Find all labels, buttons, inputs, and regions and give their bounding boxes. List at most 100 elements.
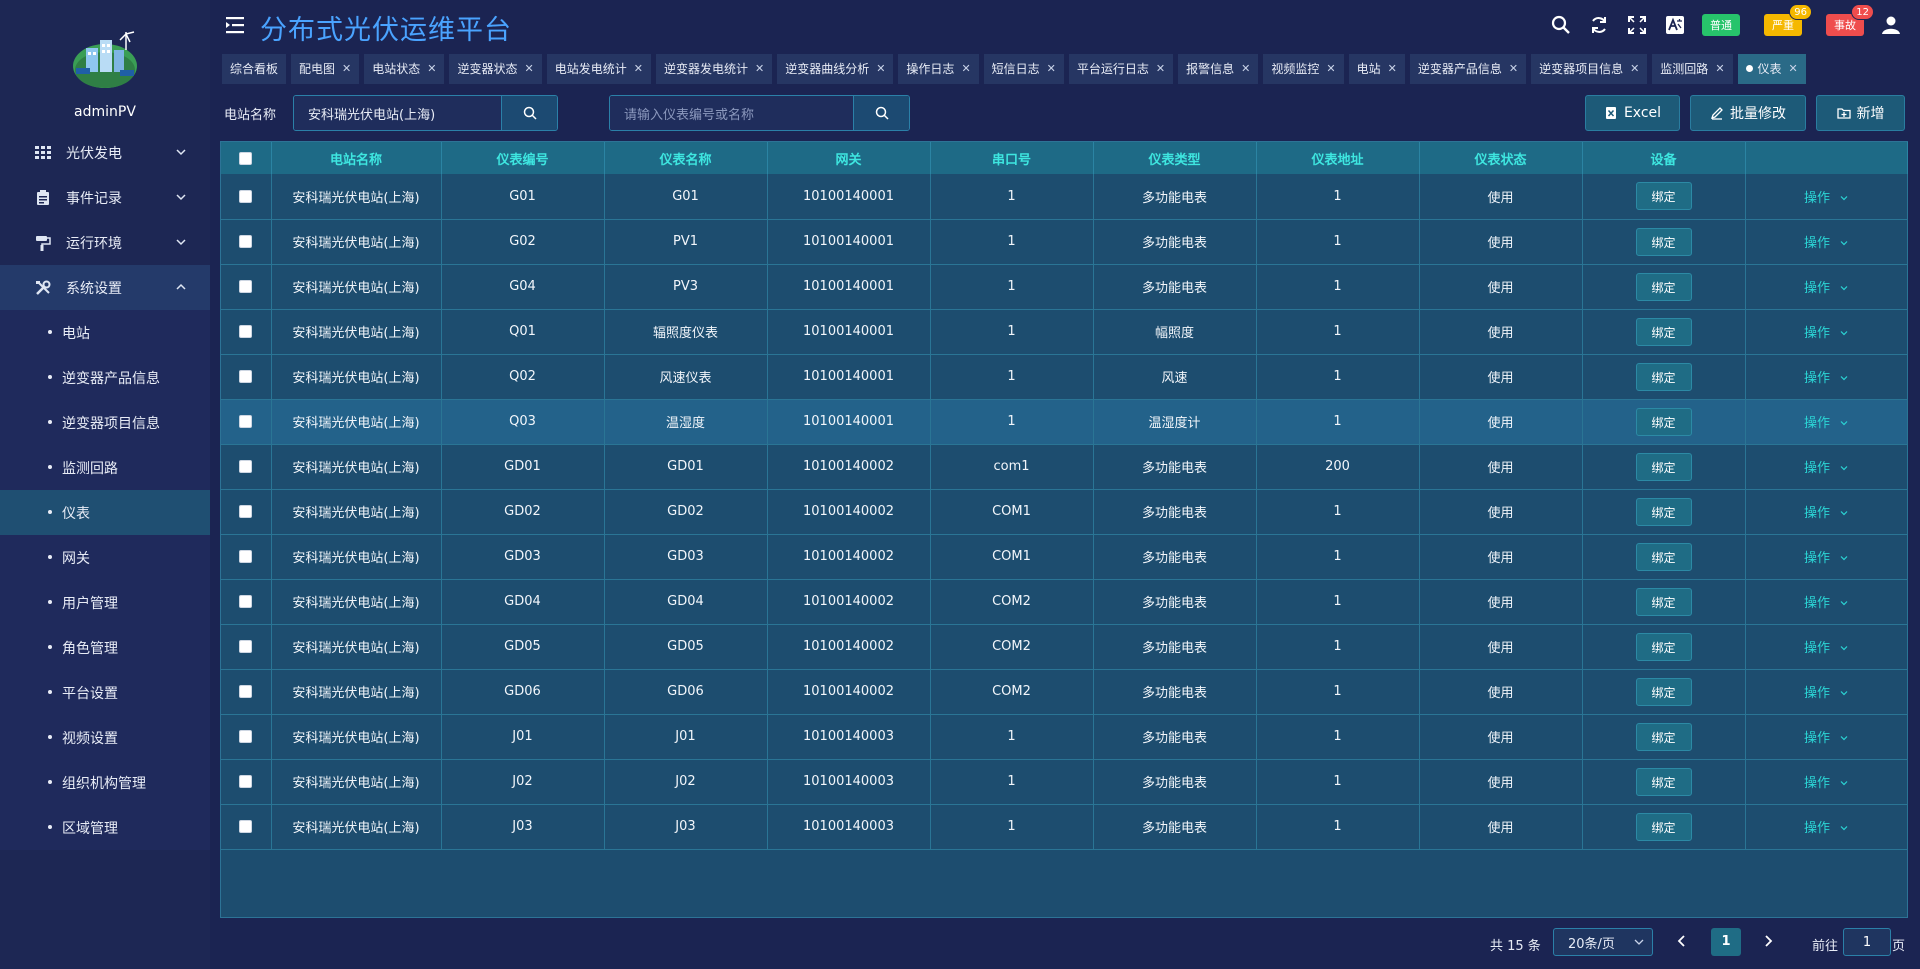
table-row[interactable]: 安科瑞光伏电站(上海) GD04 GD04 10100140002 COM2 多功能电表 1… xyxy=(221,579,1908,625)
tab-inverter-project[interactable]: 逆变器项目信息 ✕ xyxy=(1531,53,1648,84)
bind-button[interactable]: 绑定 xyxy=(1635,767,1692,796)
tab-operation-log[interactable]: 操作日志 ✕ xyxy=(898,53,979,84)
sidebar-item-video[interactable]: 视频设置 xyxy=(0,715,210,760)
row-checkbox[interactable] xyxy=(239,595,253,608)
alarm-accident-button[interactable]: 事故 12 xyxy=(1826,4,1874,36)
menu-environment[interactable]: 运行环境 xyxy=(0,220,210,265)
sidebar-item-users[interactable]: 用户管理 xyxy=(0,580,210,625)
bind-button[interactable]: 绑定 xyxy=(1635,542,1692,571)
meter-search[interactable]: 请输入仪表编号或名称 xyxy=(609,95,910,131)
row-checkbox[interactable] xyxy=(239,505,253,518)
close-icon[interactable]: ✕ xyxy=(1241,62,1250,75)
operation-dropdown[interactable]: 操作 xyxy=(1804,776,1848,791)
table-row[interactable]: 安科瑞光伏电站(上海) Q03 温湿度 10100140001 1 温湿度计 1 使用 绑定 操作 xyxy=(221,399,1908,445)
bind-button[interactable]: 绑定 xyxy=(1635,227,1692,256)
tab-platform-log[interactable]: 平台运行日志 ✕ xyxy=(1068,53,1174,84)
bind-button[interactable]: 绑定 xyxy=(1635,587,1692,616)
tab-station-gen-stats[interactable]: 电站发电统计 ✕ xyxy=(546,53,651,84)
tab-inverter-status[interactable]: 逆变器状态 ✕ xyxy=(449,53,542,84)
close-icon[interactable]: ✕ xyxy=(876,62,885,75)
current-page[interactable]: 1 xyxy=(1711,928,1741,956)
row-checkbox[interactable] xyxy=(239,235,253,248)
operation-dropdown[interactable]: 操作 xyxy=(1804,641,1848,656)
row-checkbox[interactable] xyxy=(239,775,253,788)
row-checkbox[interactable] xyxy=(239,820,253,833)
table-row[interactable]: 安科瑞光伏电站(上海) G02 PV1 10100140001 1 多功能电表 1 使用 绑定操… xyxy=(221,219,1908,265)
row-checkbox[interactable] xyxy=(239,550,253,563)
station-search-button[interactable] xyxy=(501,96,557,130)
row-checkbox[interactable] xyxy=(239,370,253,383)
tab-station-status[interactable]: 电站状态 ✕ xyxy=(364,53,445,84)
sidebar-item-monitor-loop[interactable]: 监测回路 xyxy=(0,445,210,490)
close-icon[interactable]: ✕ xyxy=(1156,62,1165,75)
table-row[interactable]: 安科瑞光伏电站(上海) Q02 风速仪表 10100140001 1 风速 1 使用 绑定 操作 xyxy=(221,354,1908,400)
page-size-select[interactable]: 20条/页 xyxy=(1553,928,1653,956)
next-page-icon[interactable] xyxy=(1761,934,1775,948)
bind-button[interactable]: 绑定 xyxy=(1635,497,1692,526)
refresh-icon[interactable] xyxy=(1588,14,1610,36)
operation-dropdown[interactable]: 操作 xyxy=(1804,821,1848,836)
bind-button[interactable]: 绑定 xyxy=(1635,362,1692,391)
translate-icon[interactable] xyxy=(1664,14,1686,36)
close-icon[interactable]: ✕ xyxy=(1509,62,1518,75)
operation-dropdown[interactable]: 操作 xyxy=(1804,596,1848,611)
excel-button[interactable]: Excel xyxy=(1585,95,1680,131)
operation-dropdown[interactable]: 操作 xyxy=(1804,281,1848,296)
sidebar-item-gateway[interactable]: 网关 xyxy=(0,535,210,580)
alarm-normal-button[interactable]: 普通 xyxy=(1702,14,1740,36)
search-icon[interactable] xyxy=(1550,14,1572,36)
row-checkbox[interactable] xyxy=(239,730,253,743)
select-all-checkbox[interactable] xyxy=(239,151,253,165)
alarm-severe-button[interactable]: 严重 96 xyxy=(1764,4,1812,36)
tab-dashboard[interactable]: 综合看板 xyxy=(222,53,287,84)
sidebar-item-inverter-project[interactable]: 逆变器项目信息 xyxy=(0,400,210,445)
operation-dropdown[interactable]: 操作 xyxy=(1804,551,1848,566)
bind-button[interactable]: 绑定 xyxy=(1635,317,1692,346)
close-icon[interactable]: ✕ xyxy=(1047,62,1056,75)
table-row[interactable]: 安科瑞光伏电站(上海) J01 J01 10100140003 1 多功能电表 1 使用 绑定操… xyxy=(221,714,1908,760)
table-row[interactable]: 安科瑞光伏电站(上海) J03 J03 10100140003 1 多功能电表 1 使用 绑定操… xyxy=(221,804,1908,850)
menu-fold-icon[interactable] xyxy=(226,16,246,34)
bind-button[interactable]: 绑定 xyxy=(1635,722,1692,751)
row-checkbox[interactable] xyxy=(239,640,253,653)
bind-button[interactable]: 绑定 xyxy=(1635,272,1692,301)
close-icon[interactable]: ✕ xyxy=(427,62,436,75)
add-button[interactable]: 新增 xyxy=(1816,95,1905,131)
meter-search-button[interactable] xyxy=(853,96,909,130)
operation-dropdown[interactable]: 操作 xyxy=(1804,506,1848,521)
tab-inverter-curve[interactable]: 逆变器曲线分析 ✕ xyxy=(777,53,894,84)
close-icon[interactable]: ✕ xyxy=(755,62,764,75)
bind-button[interactable]: 绑定 xyxy=(1635,182,1692,211)
bind-button[interactable]: 绑定 xyxy=(1635,812,1692,841)
table-row[interactable]: 安科瑞光伏电站(上海) GD03 GD03 10100140002 COM1 多功能电表 1… xyxy=(221,534,1908,580)
close-icon[interactable]: ✕ xyxy=(1630,62,1639,75)
operation-dropdown[interactable]: 操作 xyxy=(1804,191,1848,206)
tab-sms-log[interactable]: 短信日志 ✕ xyxy=(983,53,1064,84)
row-checkbox[interactable] xyxy=(239,325,253,338)
tab-video-monitor[interactable]: 视频监控 ✕ xyxy=(1263,53,1344,84)
close-icon[interactable]: ✕ xyxy=(1326,62,1335,75)
menu-system-settings[interactable]: 系统设置 xyxy=(0,265,210,310)
menu-event-record[interactable]: 事件记录 xyxy=(0,175,210,220)
bind-button[interactable]: 绑定 xyxy=(1635,407,1692,436)
tab-inverter-product[interactable]: 逆变器产品信息 ✕ xyxy=(1409,53,1527,84)
table-row[interactable]: 安科瑞光伏电站(上海) G04 PV3 10100140001 1 多功能电表 1 使用 绑定操… xyxy=(221,264,1908,310)
tab-distribution[interactable]: 配电图 ✕ xyxy=(291,53,360,84)
close-icon[interactable]: ✕ xyxy=(634,62,643,75)
fullscreen-icon[interactable] xyxy=(1626,14,1648,36)
operation-dropdown[interactable]: 操作 xyxy=(1804,326,1848,341)
sidebar-item-inverter-product[interactable]: 逆变器产品信息 xyxy=(0,355,210,400)
close-icon[interactable]: ✕ xyxy=(1789,62,1798,75)
sidebar-item-roles[interactable]: 角色管理 xyxy=(0,625,210,670)
row-checkbox[interactable] xyxy=(239,460,253,473)
station-select[interactable]: 安科瑞光伏电站(上海) xyxy=(293,95,558,131)
row-checkbox[interactable] xyxy=(239,280,253,293)
table-row[interactable]: 安科瑞光伏电站(上海) GD06 GD06 10100140002 COM2 多功能电表 1… xyxy=(221,669,1908,715)
table-row[interactable]: 安科瑞光伏电站(上海) GD02 GD02 10100140002 COM1 多功能电表 1… xyxy=(221,489,1908,535)
goto-page-input[interactable]: 1 xyxy=(1843,928,1891,956)
bind-button[interactable]: 绑定 xyxy=(1635,677,1692,706)
table-row[interactable]: 安科瑞光伏电站(上海) GD05 GD05 10100140002 COM2 多功能电表 1… xyxy=(221,624,1908,670)
close-icon[interactable]: ✕ xyxy=(961,62,970,75)
batch-edit-button[interactable]: 批量修改 xyxy=(1690,95,1806,131)
operation-dropdown[interactable]: 操作 xyxy=(1804,236,1848,251)
